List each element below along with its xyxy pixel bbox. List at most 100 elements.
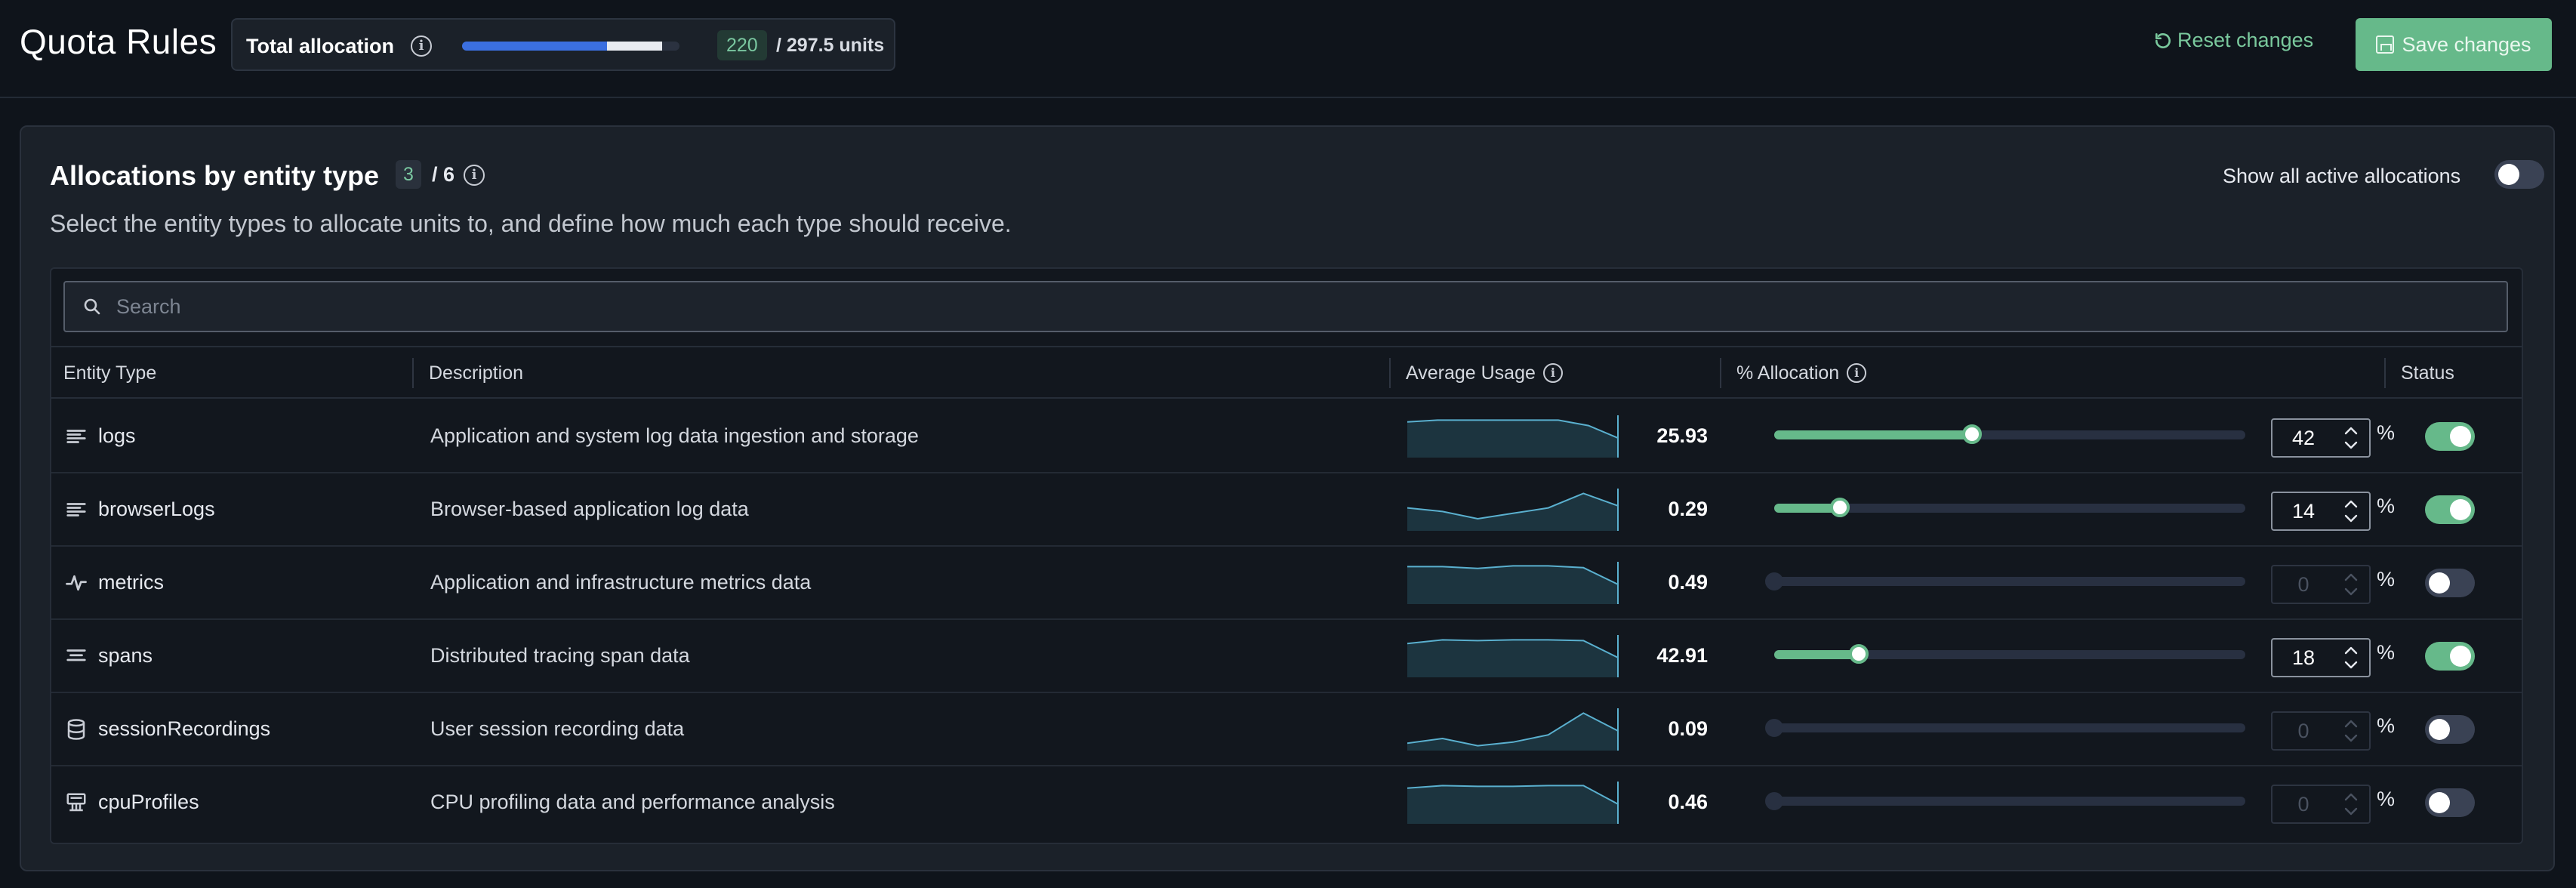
show-all-allocations-toggle[interactable]	[2494, 160, 2544, 189]
allocation-slider[interactable]	[1774, 498, 2245, 517]
save-changes-button[interactable]: Save changes	[2356, 18, 2552, 71]
database-icon	[65, 718, 88, 741]
entity-type-name: cpuProfiles	[98, 791, 199, 813]
stepper-arrows[interactable]	[2334, 421, 2368, 455]
percent-sign: %	[2377, 641, 2396, 664]
stepper-arrows[interactable]	[2334, 641, 2368, 674]
allocation-stepper[interactable]: 14	[2271, 492, 2371, 531]
stepper-arrows[interactable]	[2334, 788, 2368, 821]
toggle-knob	[2429, 792, 2450, 813]
chevron-down-icon[interactable]	[2344, 734, 2358, 742]
allocation-value[interactable]: 18	[2272, 640, 2334, 676]
allocation-slider[interactable]	[1765, 572, 2245, 590]
show-all-allocations-label: Show all active allocations	[2223, 165, 2461, 187]
toggle-knob	[2429, 719, 2450, 740]
column-header-description[interactable]: Description	[429, 347, 523, 399]
allocation-slider[interactable]	[1774, 424, 2245, 444]
slider-thumb[interactable]	[1962, 424, 1982, 444]
status-toggle[interactable]	[2425, 569, 2475, 597]
column-divider	[2384, 358, 2386, 388]
usage-sparkline	[1407, 708, 1619, 751]
slider-thumb[interactable]	[1765, 719, 1783, 737]
chevron-up-icon[interactable]	[2344, 573, 2358, 581]
entity-type-cell: cpuProfiles	[65, 766, 199, 838]
chevron-down-icon[interactable]	[2344, 807, 2358, 816]
pulse-icon	[65, 572, 88, 594]
column-divider	[412, 358, 414, 388]
reset-icon	[2155, 32, 2171, 48]
entity-type-cell: browserLogs	[65, 473, 215, 545]
save-icon	[2376, 35, 2395, 54]
slider-thumb[interactable]	[1830, 498, 1850, 517]
slider-thumb[interactable]	[1765, 792, 1783, 810]
info-icon[interactable]: i	[1847, 363, 1867, 383]
column-header-average-usage[interactable]: Average Usage i	[1406, 347, 1563, 399]
chevron-down-icon[interactable]	[2344, 514, 2358, 523]
entity-type-cell: metrics	[65, 547, 164, 618]
search-field[interactable]	[63, 281, 2508, 332]
usage-chart-cell	[1407, 693, 1619, 765]
allocation-value[interactable]: 42	[2272, 420, 2334, 456]
slider-thumb[interactable]	[1849, 644, 1869, 664]
percent-sign: %	[2377, 495, 2396, 517]
allocation-stepper[interactable]: 0	[2271, 565, 2371, 604]
allocation-value[interactable]: 0	[2272, 786, 2334, 822]
page-title: Quota Rules	[20, 22, 217, 61]
stepper-arrows[interactable]	[2334, 568, 2368, 601]
stepper-arrows[interactable]	[2334, 714, 2368, 748]
total-count: / 6	[432, 163, 455, 186]
average-usage-value: 0.46	[1668, 791, 1708, 813]
entity-type-cell: spans	[65, 620, 153, 692]
status-toggle[interactable]	[2425, 642, 2475, 671]
chevron-down-icon[interactable]	[2344, 441, 2358, 449]
allocation-stepper[interactable]: 0	[2271, 785, 2371, 824]
usage-sparkline	[1407, 488, 1619, 531]
allocation-value[interactable]: 14	[2272, 493, 2334, 529]
chevron-up-icon[interactable]	[2344, 646, 2358, 655]
allocation-slider[interactable]	[1765, 792, 2245, 810]
chevron-up-icon[interactable]	[2344, 720, 2358, 728]
stepper-arrows[interactable]	[2334, 495, 2368, 528]
chevron-up-icon[interactable]	[2344, 793, 2358, 801]
status-toggle[interactable]	[2425, 422, 2475, 451]
toggle-knob	[2429, 572, 2450, 594]
table-row: sessionRecordings User session recording …	[51, 693, 2522, 766]
column-header-entity-type[interactable]: Entity Type	[63, 347, 156, 399]
entity-description: Browser-based application log data	[430, 498, 749, 520]
table-row: logs Application and system log data inge…	[51, 400, 2522, 473]
chevron-up-icon[interactable]	[2344, 500, 2358, 508]
info-icon[interactable]: i	[1542, 363, 1563, 383]
usage-sparkline	[1407, 781, 1619, 824]
info-icon[interactable]: i	[411, 35, 432, 57]
allocation-stepper[interactable]: 18	[2271, 638, 2371, 677]
chevron-down-icon[interactable]	[2344, 587, 2358, 596]
allocation-stepper[interactable]: 0	[2271, 711, 2371, 751]
usage-chart-cell	[1407, 473, 1619, 545]
status-toggle[interactable]	[2425, 495, 2475, 524]
allocation-slider[interactable]	[1774, 644, 2245, 664]
entity-type-name: logs	[98, 424, 136, 447]
allocated-value-badge: 220	[717, 30, 767, 60]
search-input[interactable]	[116, 282, 2494, 331]
allocation-total: / 297.5 units	[776, 35, 885, 56]
allocation-stepper[interactable]: 42	[2271, 418, 2371, 458]
card-subtitle: Select the entity types to allocate unit…	[50, 210, 1012, 237]
table-row: spans Distributed tracing span data 42.91 1…	[51, 620, 2522, 693]
percent-sign: %	[2377, 568, 2396, 590]
allocation-value[interactable]: 0	[2272, 566, 2334, 603]
slider-thumb[interactable]	[1765, 572, 1783, 590]
info-icon[interactable]: i	[464, 165, 485, 186]
reset-changes-button[interactable]: Reset changes	[2153, 29, 2313, 52]
column-header-allocation[interactable]: % Allocation i	[1736, 347, 1867, 399]
toggle-knob	[2450, 499, 2471, 520]
entity-description: Application and system log data ingestio…	[430, 424, 919, 447]
table-row: metrics Application and infrastructure me…	[51, 547, 2522, 620]
chevron-up-icon[interactable]	[2344, 427, 2358, 435]
chevron-down-icon[interactable]	[2344, 661, 2358, 669]
allocation-slider[interactable]	[1765, 719, 2245, 737]
allocation-value[interactable]: 0	[2272, 713, 2334, 749]
status-toggle[interactable]	[2425, 715, 2475, 744]
column-header-status[interactable]: Status	[2401, 347, 2454, 399]
status-toggle[interactable]	[2425, 788, 2475, 817]
average-usage-value: 0.49	[1668, 571, 1708, 594]
